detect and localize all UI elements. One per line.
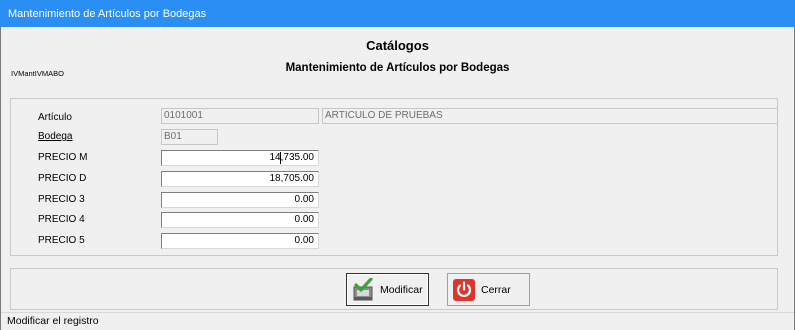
precio-m-label: PRECIO M xyxy=(38,152,88,163)
bodega-label-link[interactable]: Bodega xyxy=(38,131,72,142)
articulo-code-field[interactable]: 0101001 xyxy=(161,108,319,124)
modificar-label: Modificar xyxy=(380,283,423,296)
window-title: Mantenimiento de Artículos por Bodegas xyxy=(8,7,207,20)
precio-4-value: 0.00 xyxy=(294,214,314,225)
precio-d-input[interactable]: 18,705.00 xyxy=(161,171,319,187)
bodega-code-field[interactable]: B01 xyxy=(161,129,218,145)
articulo-description-field[interactable]: ARTICULO DE PRUEBAS xyxy=(322,108,778,124)
precio-4-label: PRECIO 4 xyxy=(38,214,85,225)
precio-4-input[interactable]: 0.00 xyxy=(161,212,319,228)
cerrar-label: Cerrar xyxy=(481,283,511,296)
precio-3-label: PRECIO 3 xyxy=(38,194,85,205)
precio-3-value: 0.00 xyxy=(294,194,314,205)
status-text: Modificar el registro xyxy=(7,315,99,327)
precio-5-label: PRECIO 5 xyxy=(38,235,85,246)
text-cursor xyxy=(280,152,281,164)
status-bar: Modificar el registro xyxy=(1,312,794,330)
page-subtitle: Mantenimiento de Artículos por Bodegas xyxy=(285,62,510,74)
precio-3-input[interactable]: 0.00 xyxy=(161,192,319,208)
precio-5-input[interactable]: 0.00 xyxy=(161,233,319,249)
power-icon xyxy=(453,278,475,302)
cerrar-button[interactable]: Cerrar xyxy=(447,273,530,306)
articulo-label: Artículo xyxy=(38,112,72,123)
precio-m-input[interactable]: 14,735.00 xyxy=(161,150,319,166)
window-titlebar[interactable]: Mantenimiento de Artículos por Bodegas xyxy=(0,0,795,27)
modificar-button[interactable]: Modificar xyxy=(346,273,429,306)
precio-d-value: 18,705.00 xyxy=(269,173,315,184)
form-code: IVMantIVMABO xyxy=(11,69,64,78)
save-check-icon xyxy=(352,276,374,302)
precio-d-label: PRECIO D xyxy=(38,173,87,184)
page-title: Catálogos xyxy=(366,38,429,53)
precio-5-value: 0.00 xyxy=(294,235,314,246)
precio-m-value: 14,735.00 xyxy=(269,152,315,163)
